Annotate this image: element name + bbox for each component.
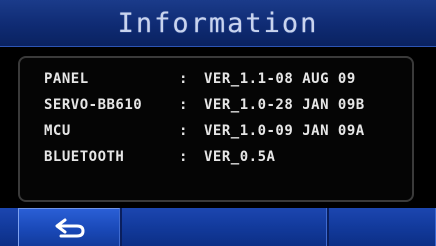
info-row-servo: SERVO-BB610 : VER_1.0-28 JAN 09B: [44, 96, 365, 114]
info-label: MCU: [44, 123, 71, 139]
info-label: SERVO-BB610: [44, 97, 143, 113]
info-panel: PANEL : VER_1.1-08 AUG 09 SERVO-BB610 : …: [18, 56, 414, 202]
info-row-bluetooth: BLUETOOTH : VER_0.5A: [44, 148, 275, 166]
return-arrow-icon: [55, 218, 85, 238]
info-separator: :: [179, 71, 188, 87]
title-bar: Information: [0, 0, 436, 47]
info-row-mcu: MCU : VER_1.0-09 JAN 09A: [44, 122, 365, 140]
info-label: BLUETOOTH: [44, 149, 125, 165]
info-row-panel: PANEL : VER_1.1-08 AUG 09: [44, 70, 356, 88]
info-label: PANEL: [44, 71, 89, 87]
info-value: VER_1.0-28 JAN 09B: [204, 97, 365, 113]
info-screen: Information PANEL : VER_1.1-08 AUG 09 SE…: [0, 0, 436, 246]
blank-button-right[interactable]: [327, 208, 436, 246]
back-button[interactable]: [18, 208, 120, 246]
page-title: Information: [117, 7, 319, 39]
info-value: VER_0.5A: [204, 149, 276, 165]
info-value: VER_1.1-08 AUG 09: [204, 71, 356, 87]
info-separator: :: [179, 149, 188, 165]
info-value: VER_1.0-09 JAN 09A: [204, 123, 365, 139]
info-separator: :: [179, 123, 188, 139]
info-separator: :: [179, 97, 188, 113]
blank-button-middle[interactable]: [120, 208, 327, 246]
button-bar: [0, 208, 436, 246]
